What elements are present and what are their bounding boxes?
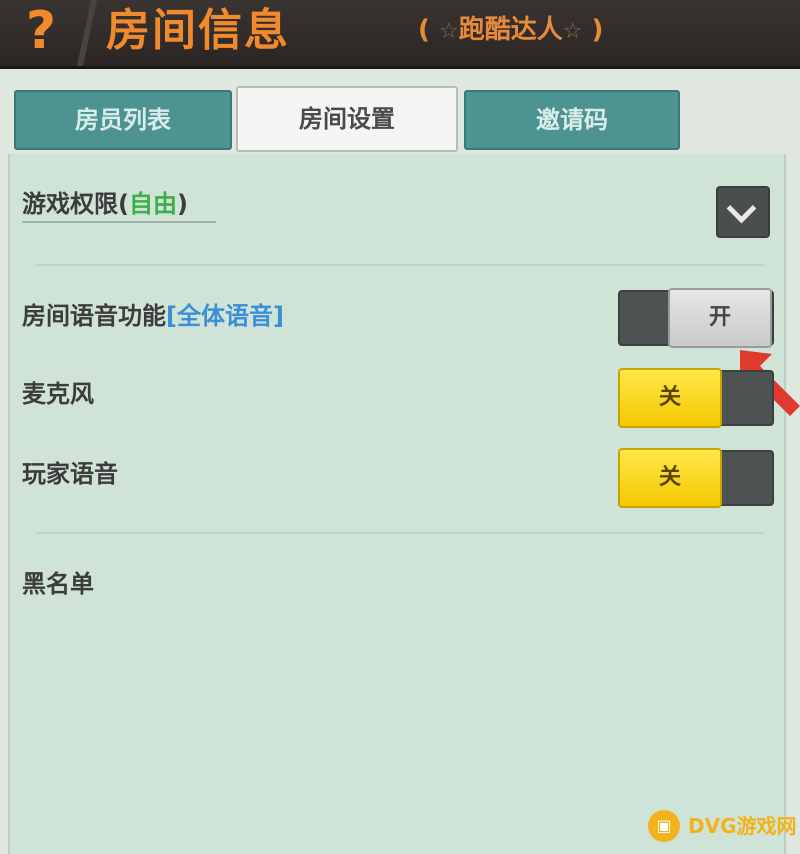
room-name-text: 跑酷达人 (458, 15, 563, 45)
permission-row[interactable]: 游戏权限(自由) (22, 184, 188, 219)
toggle-knob: 关 (618, 448, 722, 508)
gamepad-icon: ▣ (648, 810, 680, 842)
help-icon[interactable]: ? (16, 2, 66, 60)
room-name: ( ☆跑酷达人☆ ) (418, 8, 603, 52)
room-name-close: ) (591, 15, 604, 45)
permission-close: ) (176, 190, 188, 218)
permission-open: ( (118, 190, 129, 218)
watermark-text: DVG游戏网 (688, 814, 797, 838)
permission-value: 自由 (128, 190, 177, 218)
permission-dropdown-button[interactable] (716, 186, 770, 238)
player-voice-toggle[interactable]: 关 (618, 448, 774, 508)
room-voice-label: 房间语音功能 (22, 302, 166, 330)
blacklist-label[interactable]: 黑名单 (22, 564, 94, 599)
chevron-down-icon (726, 193, 757, 224)
divider (36, 532, 764, 534)
toggle-knob: 关 (618, 368, 722, 428)
microphone-label: 麦克风 (22, 380, 94, 408)
permission-label: 游戏权限 (22, 190, 118, 218)
room-voice-value[interactable]: [全体语音] (166, 302, 284, 330)
room-name-open: ( (418, 15, 430, 45)
microphone-toggle[interactable]: 关 (618, 368, 774, 428)
tab-room-settings[interactable]: 房间设置 (236, 86, 458, 152)
room-voice-row: 房间语音功能[全体语音] (22, 296, 284, 331)
page-title: 房间信息 (106, 5, 290, 56)
player-voice-label: 玩家语音 (22, 460, 118, 488)
tab-member-list[interactable]: 房员列表 (14, 90, 232, 150)
header-bar: ? 房间信息 ( ☆跑酷达人☆ ) (0, 0, 800, 69)
header-divider (76, 0, 98, 66)
tab-invite-code[interactable]: 邀请码 (464, 90, 680, 150)
watermark: ▣ DVG游戏网 (648, 806, 798, 846)
permission-underline (22, 221, 216, 223)
star-icon: ☆ (562, 19, 583, 44)
star-icon: ☆ (438, 19, 459, 44)
divider (36, 264, 764, 266)
